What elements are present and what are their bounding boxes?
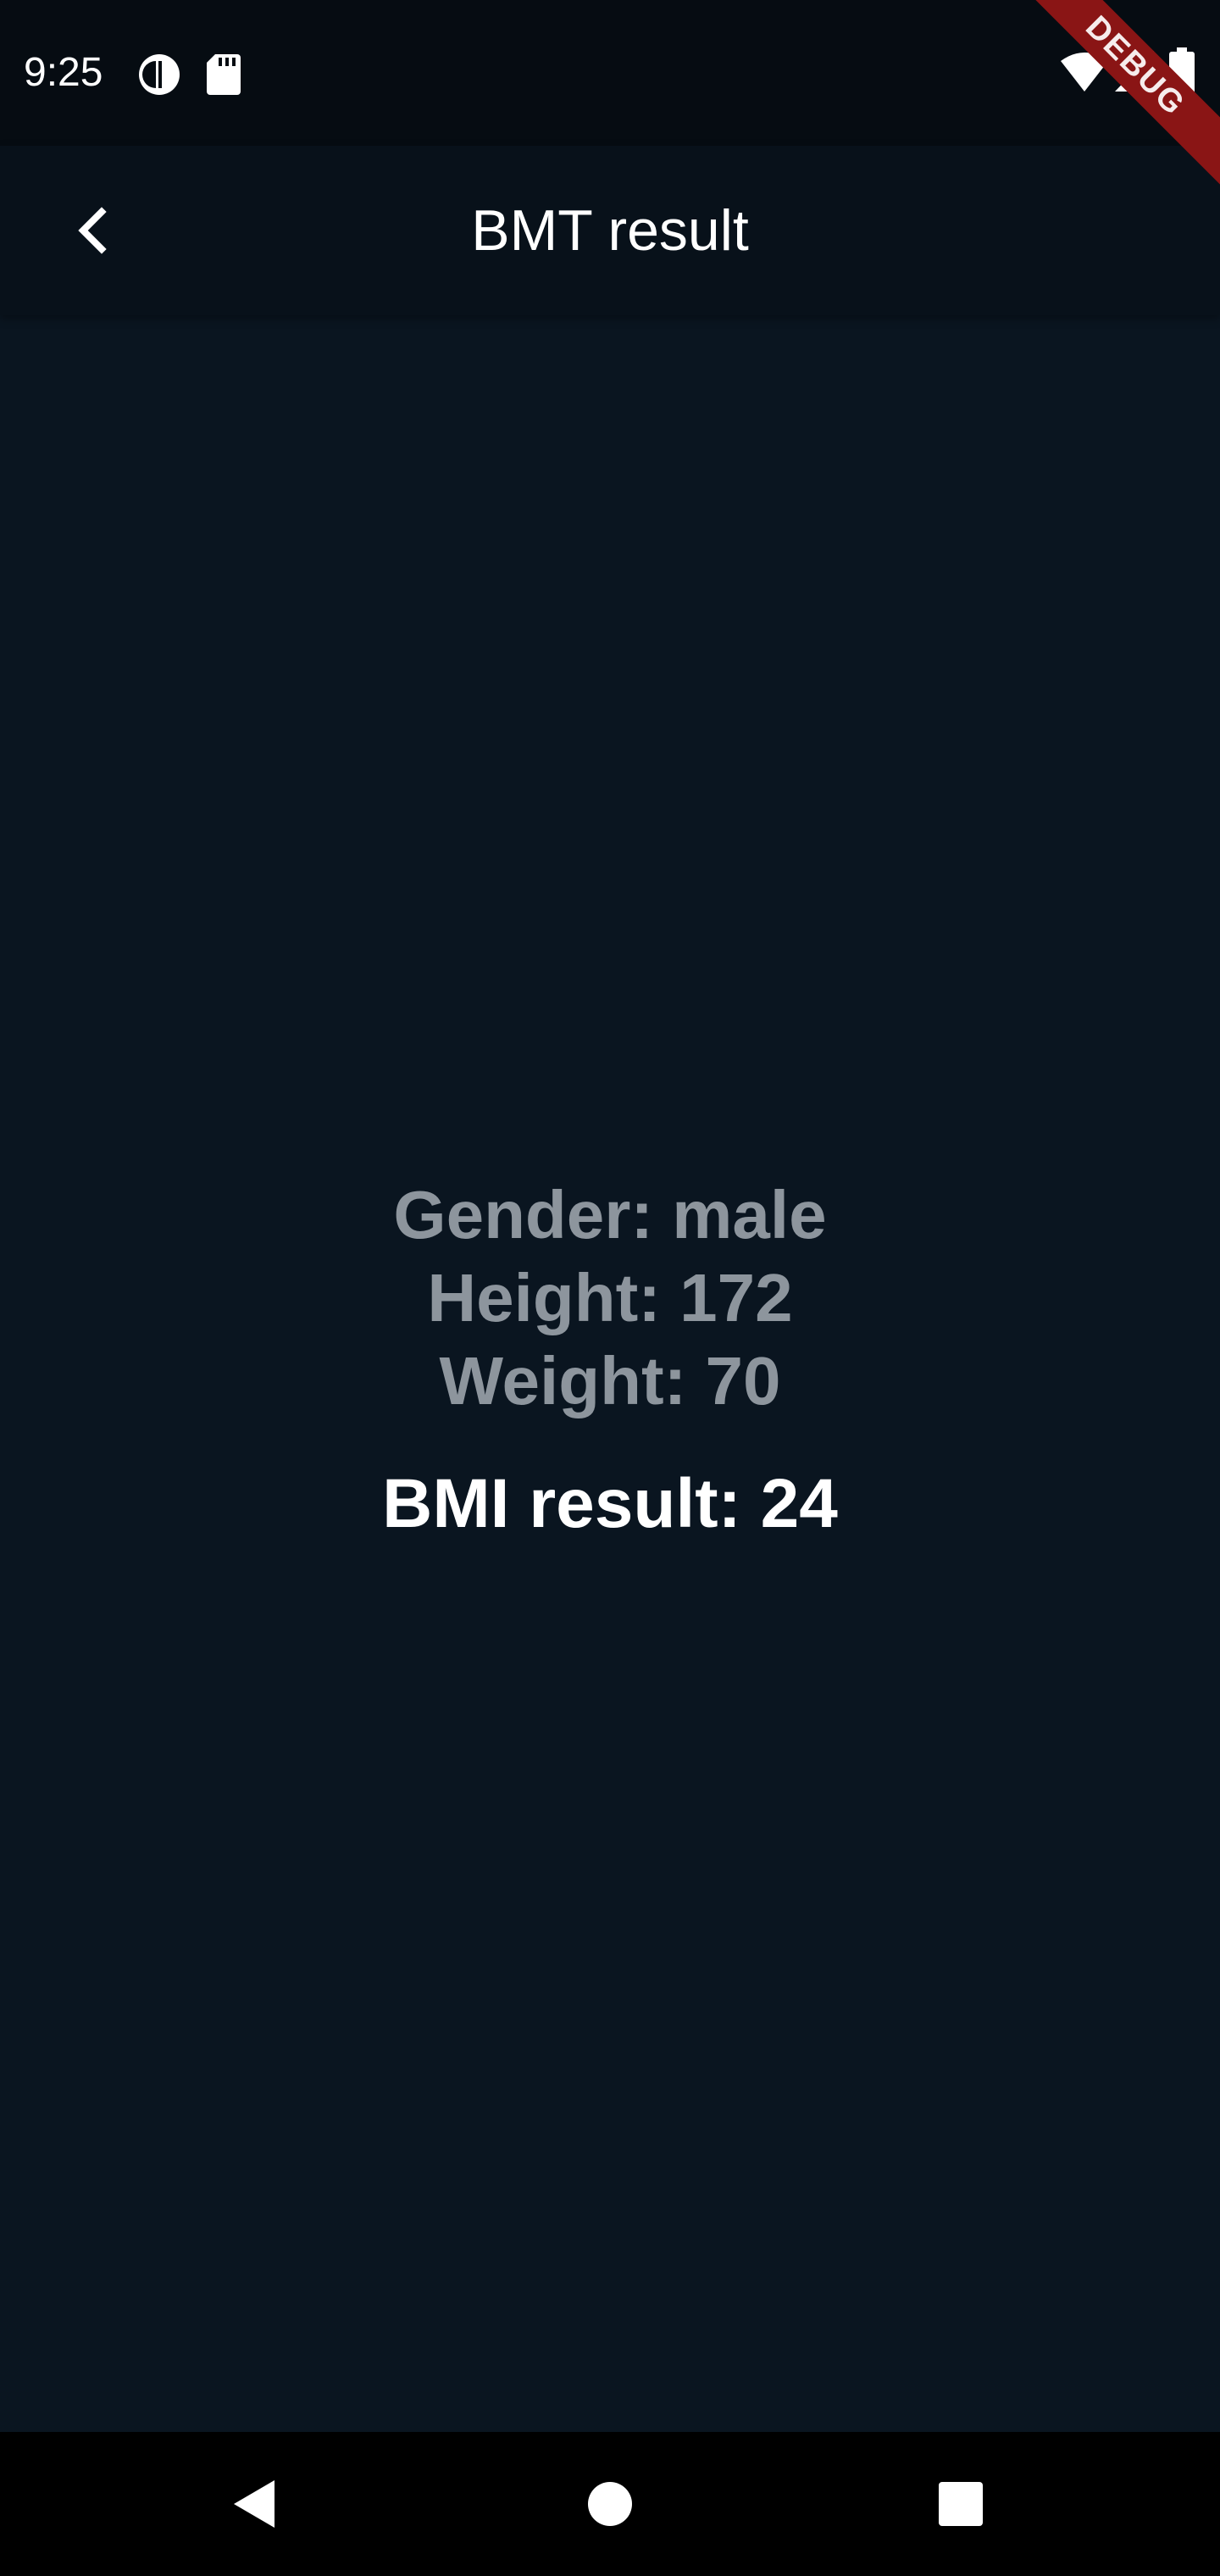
nav-back-button[interactable] (203, 2453, 305, 2555)
sd-card-icon (207, 54, 241, 95)
bmi-result-screen: 9:25 DEBUG BMT result Gender: male Heigh… (0, 0, 1220, 2576)
home-circle-icon (588, 2482, 632, 2526)
bmi-result-text: BMI result: 24 (382, 1465, 838, 1542)
back-triangle-icon (234, 2480, 274, 2528)
data-saver-icon (139, 54, 180, 95)
gender-text: Gender: male (393, 1177, 827, 1252)
weight-text: Weight: 70 (439, 1343, 781, 1418)
system-nav-bar (0, 2432, 1220, 2576)
chevron-left-icon (78, 207, 107, 254)
page-title: BMT result (471, 198, 749, 263)
status-time: 9:25 (24, 50, 103, 95)
nav-recents-button[interactable] (910, 2453, 1012, 2555)
status-bar: 9:25 (0, 0, 1220, 146)
nav-home-button[interactable] (559, 2453, 661, 2555)
back-button[interactable] (41, 180, 142, 281)
recents-square-icon (939, 2482, 983, 2526)
result-content: Gender: male Height: 172 Weight: 70 BMI … (0, 1174, 1220, 1546)
height-text: Height: 172 (427, 1260, 793, 1335)
app-bar: BMT result (0, 146, 1220, 315)
